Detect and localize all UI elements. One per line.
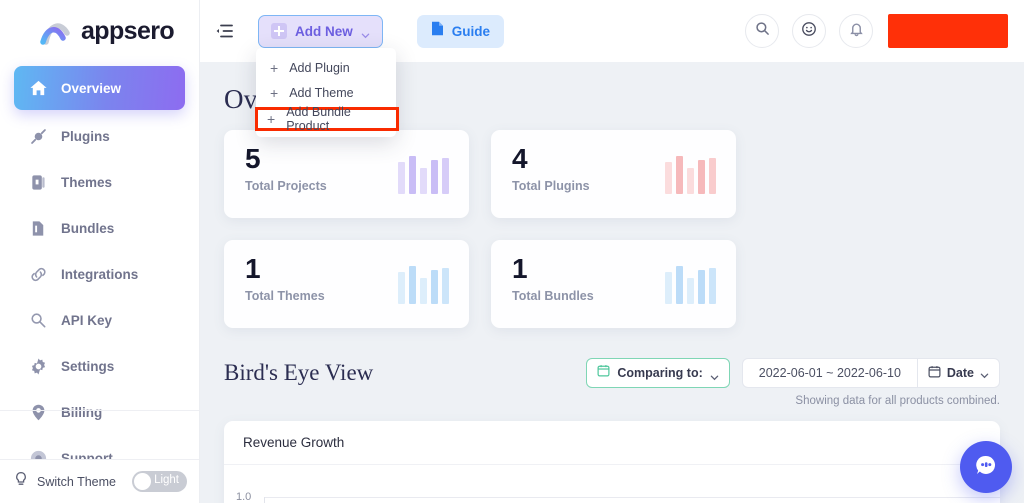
- plus-icon: +: [270, 59, 279, 76]
- theme-toggle[interactable]: Light: [132, 471, 187, 492]
- chat-widget-button[interactable]: [960, 441, 1012, 493]
- birds-eye-header: Bird's Eye View Comparing to: 2022-06-01…: [224, 358, 1000, 388]
- y-axis-tick-label: 1.0: [236, 491, 252, 503]
- add-new-label: Add New: [295, 23, 353, 39]
- pin-icon: [29, 403, 48, 422]
- sidebar-item-label: Themes: [61, 174, 113, 190]
- plug-icon: [29, 127, 48, 146]
- chevron-down-icon: [980, 369, 989, 378]
- comparing-to-label: Comparing to:: [617, 366, 703, 380]
- sidebar-item-settings[interactable]: Settings: [14, 346, 185, 386]
- chat-bubble-icon: [973, 452, 999, 483]
- switch-theme-row: Switch Theme Light: [0, 459, 199, 503]
- sidebar-item-label: Plugins: [61, 128, 110, 144]
- sidebar-item-label: Billing: [61, 404, 103, 420]
- add-new-dropdown-menu: + Add Plugin + Add Theme + Add Bundle Pr…: [255, 48, 399, 137]
- sidebar-item-plugins[interactable]: Plugins: [14, 116, 185, 156]
- stat-card-total-bundles[interactable]: 1 Total Bundles: [491, 240, 736, 328]
- search-icon: [755, 21, 770, 41]
- sidebar-item-bundles[interactable]: Bundles: [14, 208, 185, 248]
- date-button-label: Date: [946, 366, 974, 380]
- account-redacted-block[interactable]: [888, 14, 1008, 48]
- date-dropdown-button[interactable]: Date: [918, 365, 999, 381]
- menu-item-add-theme[interactable]: + Add Theme: [256, 80, 396, 105]
- sidebar-item-label: API Key: [61, 312, 113, 328]
- sparkline-bars: [665, 156, 716, 194]
- sidebar-item-label: Bundles: [61, 220, 115, 236]
- search-button[interactable]: [745, 14, 779, 48]
- sidebar-item-label: Integrations: [61, 266, 139, 282]
- switch-theme-label: Switch Theme: [37, 474, 116, 489]
- sidebar-item-api-key[interactable]: API Key: [14, 300, 185, 340]
- sidebar-nav: Overview Plugins Themes Bundles Integrat…: [0, 66, 199, 484]
- link-icon: [29, 265, 48, 284]
- chart-gridline: [264, 497, 1000, 498]
- sidebar: appsero Overview Plugins Themes Bundles …: [0, 0, 200, 503]
- sidebar-item-integrations[interactable]: Integrations: [14, 254, 185, 294]
- chart-plot-area: 1.0: [224, 465, 1000, 503]
- appsero-arc-logo-icon: [40, 17, 74, 45]
- calendar-icon: [597, 364, 610, 382]
- comparing-to-button[interactable]: Comparing to:: [586, 358, 730, 388]
- home-icon: [29, 79, 48, 98]
- toggle-label: Light: [154, 474, 179, 486]
- date-range-value: 2022-06-01 ~ 2022-06-10: [758, 366, 901, 380]
- sidebar-item-label: Overview: [61, 80, 122, 96]
- sidebar-divider: [0, 410, 199, 411]
- bundle-file-icon: [29, 219, 48, 238]
- sparkline-bars: [398, 156, 449, 194]
- topbar: Add New Guide + Add Plugin + Add Theme +…: [200, 0, 1024, 137]
- sidebar-item-themes[interactable]: Themes: [14, 162, 185, 202]
- chart-title: Revenue Growth: [224, 421, 1000, 465]
- guide-button[interactable]: Guide: [416, 14, 505, 48]
- menu-item-label: Add Bundle Product: [286, 105, 351, 133]
- sidebar-collapse-icon[interactable]: [214, 20, 236, 42]
- sidebar-item-billing[interactable]: Billing: [14, 392, 185, 432]
- sparkline-bars: [665, 266, 716, 304]
- bulb-icon: [14, 471, 28, 492]
- toggle-knob: [134, 473, 151, 490]
- stat-card-total-themes[interactable]: 1 Total Themes: [224, 240, 469, 328]
- date-range-picker[interactable]: 2022-06-01 ~ 2022-06-10 Date: [741, 358, 1000, 388]
- stat-cards: 5 Total Projects 4 Total Plugins 1 Total…: [224, 130, 1000, 328]
- notifications-button[interactable]: [839, 14, 873, 48]
- stat-card-total-plugins[interactable]: 4 Total Plugins: [491, 130, 736, 218]
- gear-icon: [29, 357, 48, 376]
- birds-eye-title: Bird's Eye View: [224, 360, 374, 385]
- plus-icon: +: [270, 84, 279, 101]
- theme-file-icon: [29, 173, 48, 192]
- brand-name: appsero: [81, 16, 175, 45]
- menu-item-label: Add Theme: [289, 85, 354, 100]
- brand-logo[interactable]: appsero: [0, 0, 199, 62]
- birds-eye-controls: Comparing to: 2022-06-01 ~ 2022-06-10 Da…: [586, 358, 1000, 388]
- chevron-down-icon: [710, 369, 719, 380]
- revenue-growth-chart-card: Revenue Growth 1.0: [224, 421, 1000, 503]
- chevron-down-icon: [361, 27, 370, 38]
- topbar-actions: [745, 14, 1008, 48]
- app-root: appsero Overview Plugins Themes Bundles …: [0, 0, 1024, 503]
- smiley-help-icon: [801, 21, 817, 42]
- bell-icon: [849, 21, 864, 42]
- menu-item-add-bundle-product[interactable]: + Add Bundle Product: [255, 105, 399, 133]
- menu-item-label: Add Plugin: [289, 60, 350, 75]
- plus-square-icon: [271, 23, 287, 39]
- plus-icon: +: [267, 111, 276, 127]
- stat-card-total-projects[interactable]: 5 Total Projects: [224, 130, 469, 218]
- guide-label: Guide: [451, 23, 491, 39]
- sidebar-item-label: Settings: [61, 358, 115, 374]
- main-area: Add New Guide + Add Plugin + Add Theme +…: [200, 0, 1024, 503]
- sidebar-item-overview[interactable]: Overview: [14, 66, 185, 110]
- add-new-button[interactable]: Add New: [258, 14, 383, 48]
- chart-y-axis: [264, 497, 265, 503]
- help-button[interactable]: [792, 14, 826, 48]
- sparkline-bars: [398, 266, 449, 304]
- data-scope-note: Showing data for all products combined.: [795, 395, 1000, 407]
- document-icon: [431, 21, 444, 41]
- key-search-icon: [29, 311, 48, 330]
- menu-item-add-plugin[interactable]: + Add Plugin: [256, 55, 396, 80]
- calendar-icon: [928, 365, 941, 381]
